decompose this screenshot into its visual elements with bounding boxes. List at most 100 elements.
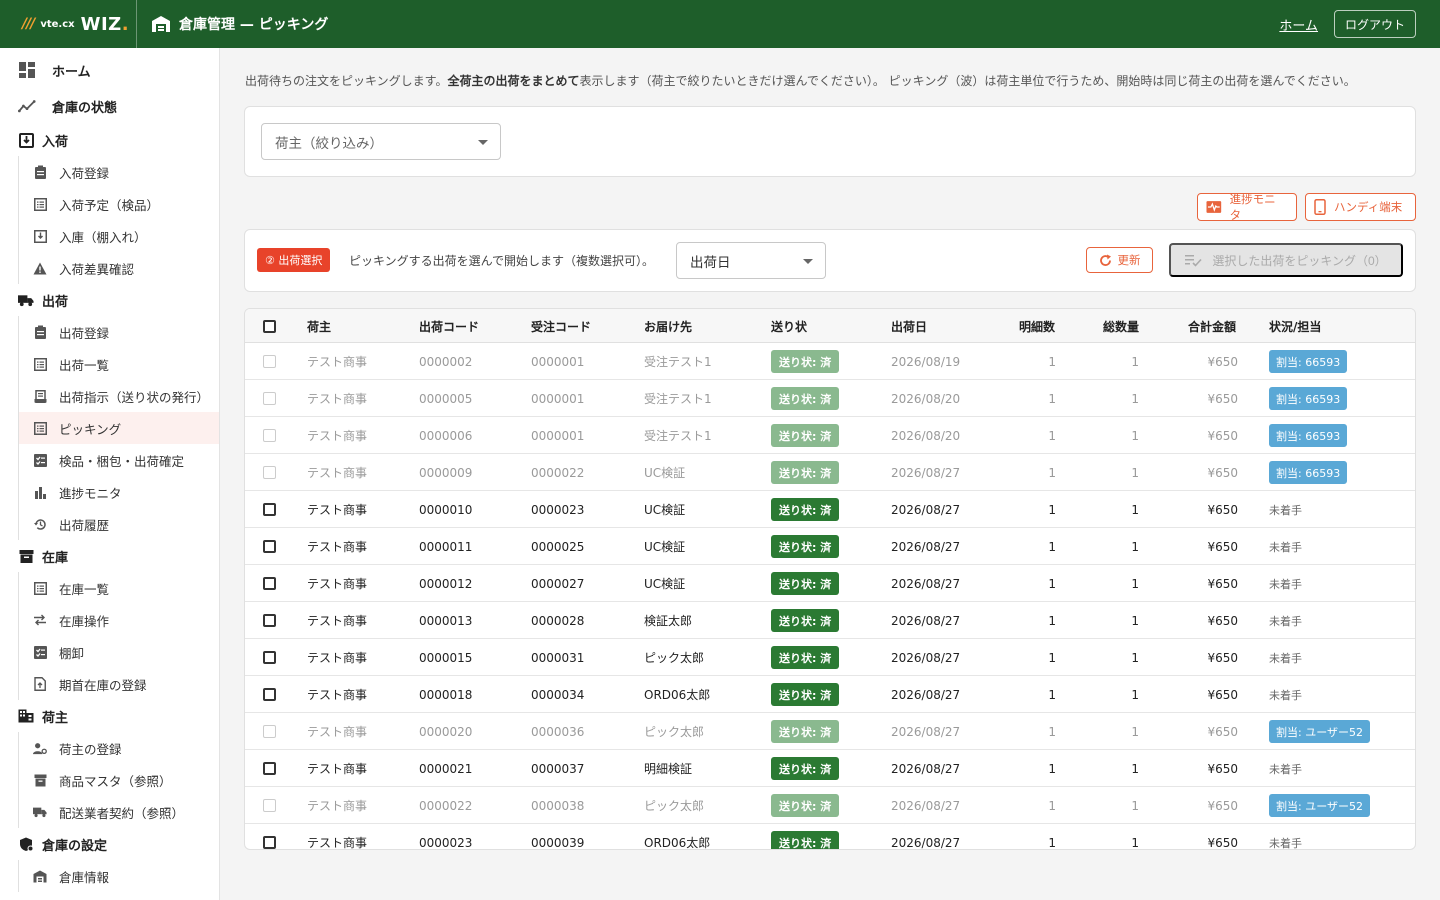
sidebar-section-warehouse-settings[interactable]: 倉庫の設定 bbox=[0, 828, 219, 860]
sidebar-item-shipper-register[interactable]: 荷主の登録 bbox=[19, 732, 219, 764]
sidebar-item-progress-monitor[interactable]: 進捗モニタ bbox=[19, 476, 219, 508]
cell-total-qty: 1 bbox=[1131, 428, 1139, 443]
cell-total-qty: 1 bbox=[1131, 576, 1139, 591]
column-header-ship-date[interactable]: 出荷日 bbox=[891, 309, 927, 343]
sidebar-section-inventory[interactable]: 在庫 bbox=[0, 540, 219, 572]
sidebar-item-outbound-instruction[interactable]: 出荷指示（送り状の発行） bbox=[19, 380, 219, 412]
cell-ship-date: 2026/08/27 bbox=[891, 724, 961, 739]
home-link[interactable]: ホーム bbox=[1279, 15, 1318, 34]
table-row[interactable]: テスト商事 0000012 0000027 UC検証 送り状: 済 2026/08/27 1… bbox=[245, 565, 1415, 602]
checklist-icon bbox=[33, 453, 47, 467]
row-checkbox[interactable] bbox=[263, 614, 276, 627]
row-checkbox[interactable] bbox=[263, 688, 276, 701]
row-checkbox[interactable] bbox=[263, 651, 276, 664]
chevron-down-icon bbox=[803, 258, 813, 264]
table-row[interactable]: テスト商事 0000023 0000039 ORD06太郎 送り状: 済 2026/08/… bbox=[245, 824, 1415, 849]
dashboard-icon bbox=[18, 61, 36, 79]
column-header-total-qty[interactable]: 総数量 bbox=[1103, 309, 1139, 343]
sidebar-item-inventory-list[interactable]: 在庫一覧 bbox=[19, 572, 219, 604]
sidebar-item-putaway[interactable]: 入庫（棚入れ） bbox=[19, 220, 219, 252]
cell-ship-date: 2026/08/27 bbox=[891, 761, 961, 776]
sidebar-item-warehouse-info[interactable]: 倉庫情報 bbox=[19, 860, 219, 892]
sidebar-item-warehouse-status[interactable]: 倉庫の状態 bbox=[0, 88, 219, 124]
table-row[interactable]: テスト商事 0000002 0000001 受注テスト1 送り状: 済 2026/08/1… bbox=[245, 343, 1415, 380]
row-checkbox[interactable] bbox=[263, 503, 276, 516]
table-row[interactable]: テスト商事 0000013 0000028 検証太郎 送り状: 済 2026/08/27 1… bbox=[245, 602, 1415, 639]
table-row[interactable]: テスト商事 0000018 0000034 ORD06太郎 送り状: 済 2026/08/… bbox=[245, 676, 1415, 713]
sidebar-item-picking[interactable]: ピッキング bbox=[19, 412, 219, 444]
sidebar-item-home[interactable]: ホーム bbox=[0, 52, 219, 88]
cell-ship-code: 0000018 bbox=[419, 687, 473, 702]
column-header-ship-code[interactable]: 出荷コード bbox=[419, 309, 479, 343]
column-header-order-code[interactable]: 受注コード bbox=[531, 309, 591, 343]
table-row[interactable]: テスト商事 0000020 0000036 ピック太郎 送り状: 済 2026/08/27… bbox=[245, 713, 1415, 750]
sidebar-section-inbound[interactable]: 入荷 bbox=[0, 124, 219, 156]
cell-total-amount: ¥650 bbox=[1207, 724, 1238, 739]
refresh-button[interactable]: 更新 bbox=[1086, 247, 1153, 273]
table-row[interactable]: テスト商事 0000010 0000023 UC検証 送り状: 済 2026/08/27 1… bbox=[245, 491, 1415, 528]
cell-total-qty: 1 bbox=[1131, 650, 1139, 665]
row-checkbox[interactable] bbox=[263, 836, 276, 849]
table-row[interactable]: テスト商事 0000005 0000001 受注テスト1 送り状: 済 2026/08/2… bbox=[245, 380, 1415, 417]
cell-order-code: 0000001 bbox=[531, 391, 585, 406]
sidebar-item-inbound-schedule[interactable]: 入荷予定（検品） bbox=[19, 188, 219, 220]
cell-shipper: テスト商事 bbox=[307, 503, 368, 517]
row-checkbox[interactable] bbox=[263, 762, 276, 775]
table-row[interactable]: テスト商事 0000006 0000001 受注テスト1 送り状: 済 2026/08/2… bbox=[245, 417, 1415, 454]
sidebar-item-opening-inventory[interactable]: 期首在庫の登録 bbox=[19, 668, 219, 700]
checklist-icon bbox=[33, 645, 47, 659]
table-row[interactable]: テスト商事 0000009 0000022 UC検証 送り状: 済 2026/08/27 1… bbox=[245, 454, 1415, 491]
ship-date-sort-select[interactable]: 出荷日 bbox=[676, 242, 826, 279]
row-checkbox bbox=[263, 725, 276, 738]
sidebar-section-shipper[interactable]: 荷主 bbox=[0, 700, 219, 732]
table-row[interactable]: テスト商事 0000011 0000025 UC検証 送り状: 済 2026/08/27 1… bbox=[245, 528, 1415, 565]
start-picking-button[interactable]: 選択した出荷をピッキング（0） bbox=[1169, 243, 1403, 277]
history-icon bbox=[33, 517, 47, 531]
cell-order-code: 0000027 bbox=[531, 576, 585, 591]
app-logo[interactable]: /// vte.cx WIZ. bbox=[0, 0, 137, 48]
cell-ship-date: 2026/08/27 bbox=[891, 798, 961, 813]
cell-shipper: テスト商事 bbox=[307, 540, 368, 554]
column-header-destination[interactable]: お届け先 bbox=[644, 309, 692, 343]
table-row[interactable]: テスト商事 0000015 0000031 ピック太郎 送り状: 済 2026/08/27… bbox=[245, 639, 1415, 676]
column-header-shipper[interactable]: 荷主 bbox=[307, 309, 331, 343]
table-header: 荷主 出荷コード 受注コード お届け先 送り状 出荷日 明細数 総数量 合計金額… bbox=[245, 309, 1415, 343]
column-header-status[interactable]: 状況/担当 bbox=[1269, 309, 1321, 343]
sidebar-item-outbound-register[interactable]: 出荷登録 bbox=[19, 316, 219, 348]
cell-ship-code: 0000006 bbox=[419, 428, 473, 443]
handy-terminal-button[interactable]: ハンディ端末 bbox=[1305, 193, 1416, 221]
shipper-filter-select[interactable]: 荷主（絞り込み） bbox=[261, 123, 501, 160]
sidebar-section-outbound[interactable]: 出荷 bbox=[0, 284, 219, 316]
cell-ship-date: 2026/08/27 bbox=[891, 502, 961, 517]
label-status-badge: 送り状: 済 bbox=[771, 794, 840, 817]
sidebar-item-inbound-register[interactable]: 入荷登録 bbox=[19, 156, 219, 188]
assignee-badge: 割当: 66593 bbox=[1269, 387, 1348, 410]
column-header-label[interactable]: 送り状 bbox=[771, 309, 807, 343]
sidebar-item-carrier-contract[interactable]: 配送業者契約（参照） bbox=[19, 796, 219, 828]
sidebar-item-outbound-history[interactable]: 出荷履歴 bbox=[19, 508, 219, 540]
sidebar-item-product-master[interactable]: 商品マスタ（参照） bbox=[19, 764, 219, 796]
status-text: 未着手 bbox=[1269, 614, 1302, 628]
logout-button[interactable]: ログアウト bbox=[1333, 10, 1416, 38]
sidebar-item-stocktake[interactable]: 棚卸 bbox=[19, 636, 219, 668]
cell-total-amount: ¥650 bbox=[1207, 354, 1238, 369]
column-header-total-amount[interactable]: 合計金額 bbox=[1188, 309, 1236, 343]
logo-vte: vte.cx bbox=[40, 18, 75, 30]
sidebar-item-inventory-operation[interactable]: 在庫操作 bbox=[19, 604, 219, 636]
cell-ship-code: 0000013 bbox=[419, 613, 473, 628]
column-header-line-count[interactable]: 明細数 bbox=[1019, 309, 1055, 343]
row-checkbox[interactable] bbox=[263, 577, 276, 590]
table-row[interactable]: テスト商事 0000022 0000038 ピック太郎 送り状: 済 2026/08/27… bbox=[245, 787, 1415, 824]
sidebar-item-inspect-pack[interactable]: 検品・梱包・出荷確定 bbox=[19, 444, 219, 476]
row-checkbox[interactable] bbox=[263, 540, 276, 553]
progress-monitor-button[interactable]: 進捗モニタ bbox=[1197, 192, 1297, 222]
select-all-checkbox[interactable] bbox=[263, 319, 276, 333]
table-row[interactable]: テスト商事 0000021 0000037 明細検証 送り状: 済 2026/08/27 1… bbox=[245, 750, 1415, 787]
sidebar-item-outbound-list[interactable]: 出荷一覧 bbox=[19, 348, 219, 380]
sidebar-item-inbound-diff[interactable]: 入荷差異確認 bbox=[19, 252, 219, 284]
label-status-badge: 送り状: 済 bbox=[771, 757, 840, 780]
cell-destination: 受注テスト1 bbox=[644, 355, 712, 369]
label-status-badge: 送り状: 済 bbox=[771, 424, 840, 447]
page-title: 倉庫管理 — ピッキング bbox=[151, 14, 328, 34]
cell-line-count: 1 bbox=[1048, 724, 1056, 739]
